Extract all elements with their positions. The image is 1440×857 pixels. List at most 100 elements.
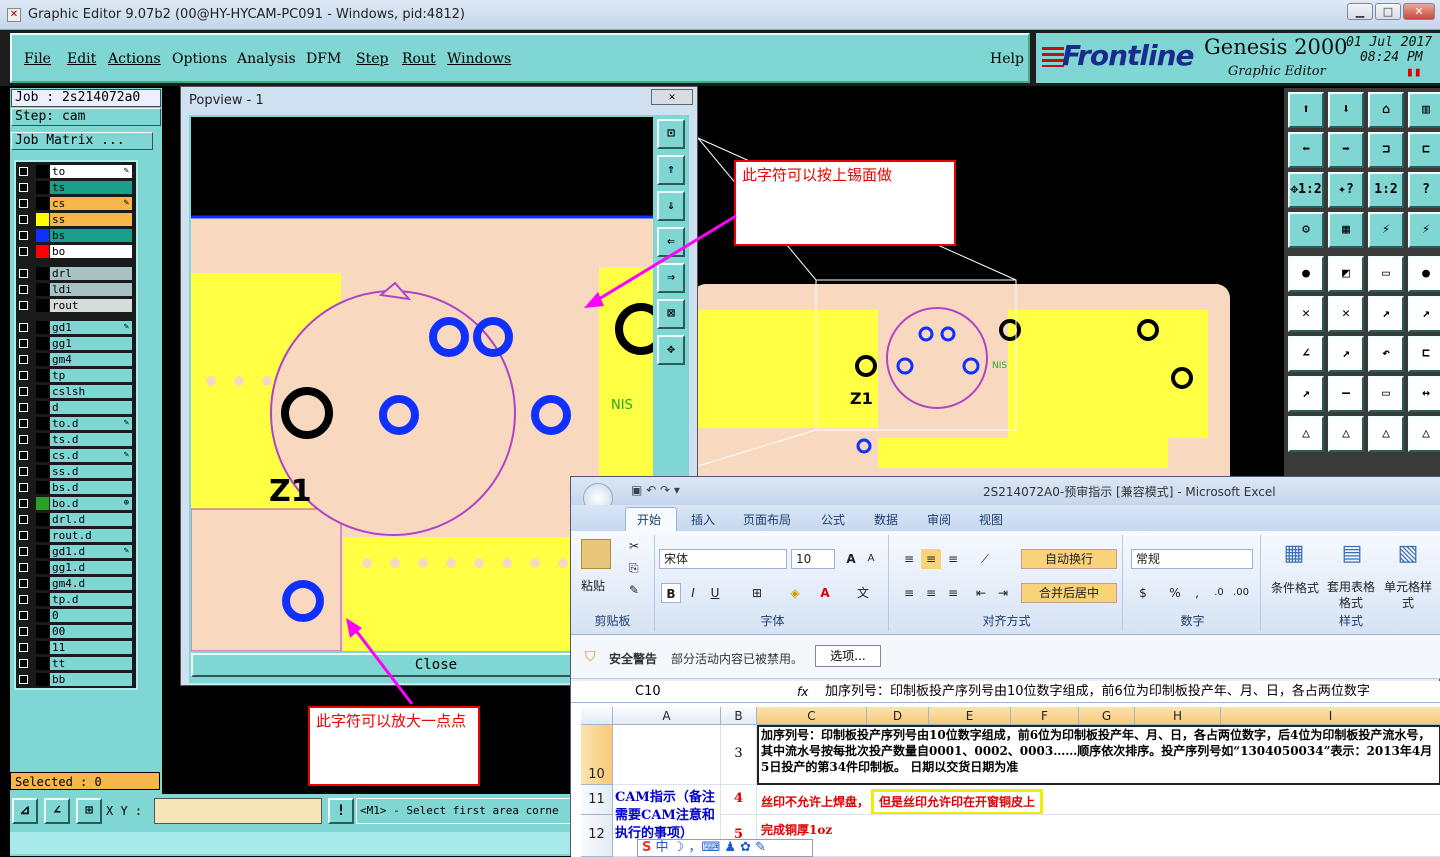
menu-step[interactable]: Step — [356, 51, 388, 67]
toolbar-button-18[interactable]: ◩ — [1328, 256, 1364, 292]
layer-name[interactable]: tp — [50, 369, 132, 382]
toolbar-button-10[interactable]: ✦? — [1328, 172, 1364, 208]
layer-name[interactable]: bo — [50, 245, 132, 258]
layer-name[interactable]: ldi — [50, 283, 132, 296]
col-header-f[interactable]: F — [1011, 707, 1079, 725]
cell-a10[interactable] — [613, 725, 721, 785]
layer-color-swatch[interactable] — [36, 369, 49, 382]
layer-color-swatch[interactable] — [36, 385, 49, 398]
border-icon[interactable]: ⊞ — [747, 583, 767, 603]
layer-checkbox[interactable] — [19, 269, 28, 278]
menu-file[interactable]: File — [24, 51, 51, 67]
layer-color-swatch[interactable] — [36, 321, 49, 334]
layer-name[interactable]: 0 — [50, 609, 132, 622]
layer-color-swatch[interactable] — [36, 497, 49, 510]
layer-row-gm4[interactable]: gm4 — [16, 352, 136, 367]
format-table-button[interactable]: 套用表格格式 — [1325, 579, 1377, 611]
layer-row-gg1-d[interactable]: gg1.d — [16, 560, 136, 575]
decrease-decimal-icon[interactable]: .00 — [1231, 583, 1251, 603]
layer-checkbox[interactable] — [19, 419, 28, 428]
layer-checkbox[interactable] — [19, 231, 28, 240]
layer-checkbox[interactable] — [19, 403, 28, 412]
layer-color-swatch[interactable] — [36, 657, 49, 670]
col-header-b[interactable]: B — [721, 707, 757, 725]
toolbar-button-12[interactable]: ? — [1408, 172, 1440, 208]
layer-row-bb[interactable]: bb — [16, 672, 136, 687]
job-matrix-button[interactable]: Job Matrix ... — [11, 132, 153, 150]
font-name-select[interactable]: 宋体 — [659, 549, 787, 569]
currency-icon[interactable]: $ — [1133, 583, 1153, 603]
popview-tool-3-icon[interactable]: ⇓ — [657, 191, 685, 221]
layer-checkbox[interactable] — [19, 483, 28, 492]
layer-checkbox[interactable] — [19, 387, 28, 396]
row-header-10[interactable]: 10 — [581, 725, 613, 785]
toolbar-button-1[interactable]: ⬆ — [1288, 92, 1324, 128]
layer-checkbox[interactable] — [19, 563, 28, 572]
increase-indent-icon[interactable]: ⇥ — [993, 583, 1013, 603]
layer-color-swatch[interactable] — [36, 609, 49, 622]
layer-checkbox[interactable] — [19, 659, 28, 668]
layer-name[interactable]: drl — [50, 267, 132, 280]
layer-checkbox[interactable] — [19, 323, 28, 332]
layer-row-gm4-d[interactable]: gm4.d — [16, 576, 136, 591]
paste-icon[interactable] — [581, 539, 611, 569]
toolbar-button-25[interactable]: ∠ — [1288, 336, 1324, 372]
layer-color-swatch[interactable] — [36, 529, 49, 542]
name-box[interactable]: C10 — [581, 682, 731, 702]
select-all-corner[interactable] — [581, 707, 613, 725]
layer-row-ss[interactable]: ss — [16, 212, 136, 227]
toolbar-button-5[interactable]: ⬅ — [1288, 132, 1324, 168]
layer-checkbox[interactable] — [19, 627, 28, 636]
menu-edit[interactable]: Edit — [67, 51, 96, 67]
layer-row-bo[interactable]: bo — [16, 244, 136, 259]
layer-name[interactable]: bo.d ⊕ — [50, 497, 132, 510]
toolbar-button-16[interactable]: ⚡ — [1408, 212, 1440, 248]
layer-row-drl-d[interactable]: drl.d — [16, 512, 136, 527]
popview-close-x[interactable]: ✕ — [651, 89, 693, 105]
popview-tool-2-icon[interactable]: ⇑ — [657, 155, 685, 185]
toolbar-button-35[interactable]: △ — [1368, 416, 1404, 452]
italic-button[interactable]: I — [683, 583, 703, 603]
layer-color-swatch[interactable] — [36, 283, 49, 296]
layer-name[interactable]: to ✎ — [50, 165, 132, 178]
layer-row-bs[interactable]: bs — [16, 228, 136, 243]
layer-color-swatch[interactable] — [36, 641, 49, 654]
toolbar-button-2[interactable]: ⬇ — [1328, 92, 1364, 128]
toolbar-button-33[interactable]: △ — [1288, 416, 1324, 452]
align-center-icon[interactable]: ≡ — [921, 583, 941, 603]
layer-name[interactable]: to.d ✎ — [50, 417, 132, 430]
menu-options[interactable]: Options — [172, 51, 227, 67]
popview-tool-6-icon[interactable]: ⊠ — [657, 299, 685, 329]
layer-color-swatch[interactable] — [36, 267, 49, 280]
close-window-button[interactable]: ✕ — [1403, 3, 1435, 20]
layer-name[interactable]: cs ✎ — [50, 197, 132, 210]
layer-name[interactable]: rout.d — [50, 529, 132, 542]
layer-checkbox[interactable] — [19, 451, 28, 460]
font-color-icon[interactable]: A — [815, 583, 835, 603]
layer-name[interactable]: tp.d — [50, 593, 132, 606]
layer-name[interactable]: tt — [50, 657, 132, 670]
layer-name[interactable]: gm4.d — [50, 577, 132, 590]
layer-name[interactable]: bs — [50, 229, 132, 242]
shrink-font-icon[interactable]: A — [861, 549, 881, 569]
layer-color-swatch[interactable] — [36, 401, 49, 414]
layer-row-drl[interactable]: drl — [16, 266, 136, 281]
tab-formulas[interactable]: 公式 — [821, 511, 845, 528]
layer-name[interactable]: ss.d — [50, 465, 132, 478]
layer-checkbox[interactable] — [19, 215, 28, 224]
layer-row-ldi[interactable]: ldi — [16, 282, 136, 297]
layer-color-swatch[interactable] — [36, 229, 49, 242]
layer-row-to[interactable]: to ✎ — [16, 164, 136, 179]
col-header-d[interactable]: D — [867, 707, 929, 725]
layer-checkbox[interactable] — [19, 301, 28, 310]
increase-decimal-icon[interactable]: .0 — [1209, 583, 1229, 603]
ime-toolbar[interactable]: S 中 ☽ ，⌨ ♟ ✿ ✎ — [637, 839, 813, 857]
toolbar-button-19[interactable]: ▭ — [1368, 256, 1404, 292]
toolbar-button-15[interactable]: ⚡ — [1368, 212, 1404, 248]
menu-analysis[interactable]: Analysis — [237, 51, 296, 67]
layer-color-swatch[interactable] — [36, 337, 49, 350]
toolbar-button-7[interactable]: ⊐ — [1368, 132, 1404, 168]
layer-color-swatch[interactable] — [36, 299, 49, 312]
copy-icon[interactable]: ⎘ — [629, 561, 639, 576]
col-header-c[interactable]: C — [757, 707, 867, 725]
